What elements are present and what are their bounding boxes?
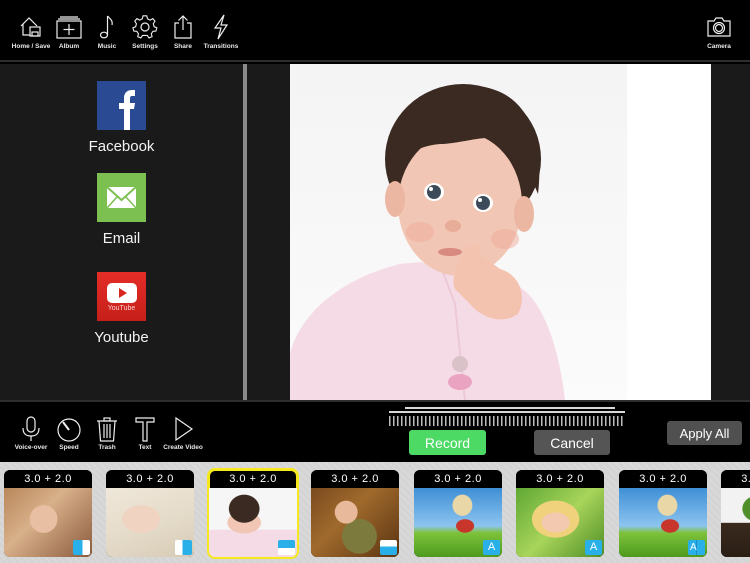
thumbnail-image (721, 488, 750, 557)
youtube-icon: YouTube (97, 272, 146, 321)
transition-wipe-up-icon[interactable] (278, 540, 295, 555)
share-youtube[interactable]: YouTube Youtube (0, 272, 243, 346)
thumbnail-duration: 3.0 + 2.0 (721, 470, 750, 488)
lightning-icon (213, 14, 229, 40)
timeline-thumbnail[interactable]: 3.0 + 2.0 (106, 470, 194, 557)
youtube-label: Youtube (94, 329, 149, 346)
album-icon (56, 16, 82, 39)
camera-icon (707, 17, 731, 37)
scrubber-ticks[interactable] (389, 416, 625, 426)
create-video-button[interactable]: Create Video (161, 416, 205, 451)
cancel-button[interactable]: Cancel (534, 430, 610, 455)
youtube-icon-text: YouTube (107, 305, 136, 312)
trash-icon (97, 417, 117, 442)
email-icon (97, 173, 146, 222)
share-facebook[interactable]: Facebook (0, 81, 243, 155)
speed-label: Speed (59, 444, 79, 451)
create-video-label: Create Video (163, 444, 203, 451)
timeline-thumbnail[interactable]: 3.0 + 2.0 A (516, 470, 604, 557)
timeline-thumbnail[interactable]: 3.0 + 2.0 (311, 470, 399, 557)
gear-icon (132, 15, 158, 39)
music-note-icon (99, 15, 113, 39)
transition-text-a-icon[interactable]: A (585, 540, 602, 555)
camera-button[interactable]: Camera (697, 14, 741, 50)
thumbnail-duration: 3.0 + 2.0 (619, 470, 707, 488)
play-icon (175, 416, 194, 442)
top-toolbar: Home / Save Album Music Settings Share T… (0, 0, 750, 62)
transition-wipe-right-icon[interactable] (175, 540, 192, 555)
preview-area (247, 64, 750, 400)
transition-wipe-down-icon[interactable] (380, 540, 397, 555)
share-icon (174, 15, 192, 39)
transitions-label: Transitions (203, 43, 239, 50)
facebook-icon (97, 81, 146, 130)
thumbnail-duration: 3.0 + 2.0 (311, 470, 399, 488)
timeline-thumbnail[interactable]: 3.0 + 2.0 A (619, 470, 707, 557)
trash-label: Trash (98, 444, 116, 451)
share-email[interactable]: Email (0, 173, 243, 247)
scrubber-track-top (405, 407, 615, 409)
home-save-icon (20, 17, 41, 37)
transition-text-a-icon[interactable]: A (483, 540, 500, 555)
album-label: Album (58, 43, 80, 50)
thumbnail-duration: 3.0 + 2.0 (516, 470, 604, 488)
voice-over-label: Voice-over (14, 444, 48, 451)
timeline-thumbnail[interactable]: 3.0 + 2.0 (4, 470, 92, 557)
timeline-thumbnail-selected[interactable]: 3.0 + 2.0 (207, 468, 299, 559)
thumbnail-duration: 3.0 + 2.0 (414, 470, 502, 488)
transition-wipe-left-icon[interactable] (73, 540, 90, 555)
speed-dial-icon (57, 418, 81, 442)
transitions-button[interactable]: Transitions (199, 14, 243, 50)
timeline-thumbnail[interactable]: 3.0 + 2.0 A (414, 470, 502, 557)
camera-label: Camera (707, 43, 731, 50)
email-label: Email (102, 230, 141, 247)
timeline-strip[interactable]: 3.0 + 2.0 3.0 + 2.0 3.0 + 2.0 3.0 + 2.0 … (0, 462, 750, 563)
preview-photo (290, 64, 627, 400)
text-icon (135, 417, 155, 442)
thumbnail-duration: 3.0 + 2.0 (209, 470, 297, 488)
facebook-label: Facebook (88, 138, 155, 155)
music-label: Music (97, 43, 117, 50)
scrubber-track[interactable] (389, 411, 625, 413)
microphone-icon (22, 416, 40, 441)
transition-book-a-icon[interactable]: A (688, 540, 705, 555)
apply-all-button[interactable]: Apply All (667, 421, 742, 445)
preview-frame (290, 64, 711, 400)
text-label: Text (138, 444, 152, 451)
timeline-thumbnail[interactable]: 3.0 + 2.0 (721, 470, 750, 557)
settings-label: Settings (132, 43, 158, 50)
record-button[interactable]: Record (409, 430, 486, 455)
thumbnail-duration: 3.0 + 2.0 (106, 470, 194, 488)
home-save-label: Home / Save (11, 43, 51, 50)
share-panel: Facebook Email YouTube Youtube (0, 64, 243, 400)
control-bar: Voice-over Speed Trash Text Create Video… (0, 400, 750, 462)
share-label: Share (173, 43, 193, 50)
thumbnail-duration: 3.0 + 2.0 (4, 470, 92, 488)
